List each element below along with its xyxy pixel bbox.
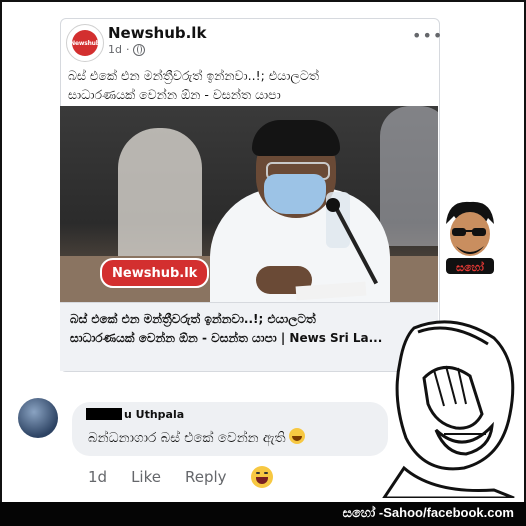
man-hair bbox=[252, 120, 340, 156]
sticker-text: සහෝ bbox=[456, 260, 485, 274]
like-button[interactable]: Like bbox=[131, 468, 161, 486]
comment-actions: 1d Like Reply bbox=[88, 466, 273, 488]
face-mask bbox=[264, 174, 326, 214]
facepalm-cartoon-icon bbox=[382, 320, 515, 498]
redacted-name-bar bbox=[86, 408, 122, 420]
newshub-logo-icon: Newshub bbox=[70, 30, 100, 56]
commenter-name[interactable]: u Uthpala bbox=[86, 408, 184, 421]
sahoo-sticker-icon: සහෝ bbox=[446, 201, 494, 274]
comment-text-body: බන්ධනාගාර බස් එකේ වෙන්න ඇති bbox=[88, 430, 286, 446]
comment-time[interactable]: 1d bbox=[88, 468, 107, 486]
page-avatar[interactable]: Newshub bbox=[66, 24, 104, 62]
commenter-name-text: u Uthpala bbox=[124, 408, 185, 421]
grinning-emoji-icon bbox=[288, 428, 305, 444]
globe-icon bbox=[133, 43, 146, 56]
more-options-icon[interactable]: ••• bbox=[412, 26, 443, 45]
meta-dot: · bbox=[125, 43, 130, 56]
footer-credit: සහෝ -Sahoo/facebook.com bbox=[342, 505, 514, 520]
microphone-icon bbox=[326, 198, 340, 212]
commenter-avatar[interactable] bbox=[18, 398, 58, 438]
comment-text: බන්ධනාගාර බස් එකේ වෙන්න ඇති bbox=[88, 428, 305, 446]
post-text-line-2: සාධාරණයක් වෙන්න ඕන - වසන්ත යාපා bbox=[68, 87, 281, 102]
post-photo[interactable]: Newshub.lk bbox=[60, 106, 438, 302]
post-text-line-1: බස් එකේ එන මන්ත්‍රීවරුත් ඉන්නවා..!; එයාල… bbox=[68, 68, 320, 83]
post-time[interactable]: 1d bbox=[108, 43, 122, 56]
post-text: බස් එකේ එන මන්ත්‍රීවරුත් ඉන්නවා..!; එයාල… bbox=[68, 66, 428, 104]
photo-watermark: Newshub.lk bbox=[100, 258, 210, 288]
page-name[interactable]: Newshub.lk bbox=[108, 24, 206, 42]
laughing-reaction-icon[interactable] bbox=[250, 466, 273, 488]
post-meta: 1d · bbox=[108, 43, 146, 56]
background-person-right bbox=[380, 106, 438, 246]
reply-button[interactable]: Reply bbox=[185, 468, 227, 486]
